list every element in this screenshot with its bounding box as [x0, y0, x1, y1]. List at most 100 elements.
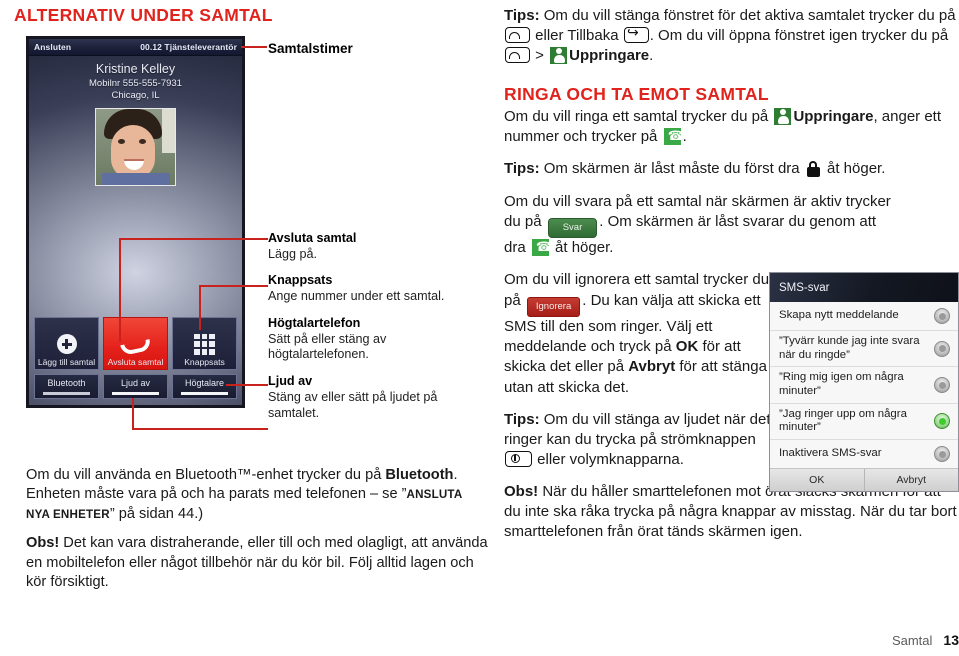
hangup-phone-icon — [121, 338, 151, 355]
sms-option-label: ”Tyvärr kunde jag inte svara när du ring… — [779, 335, 920, 361]
p2-upppringare: Uppringare — [793, 108, 874, 126]
section-heading-alternativ: ALTERNATIV UNDER SAMTAL — [14, 5, 273, 25]
callee-city: Chicago, IL — [111, 90, 160, 101]
callout-keypad: Knappsats Ange nummer under ett samtal. — [268, 273, 484, 304]
sms-option-label: Skapa nytt meddelande — [779, 309, 899, 322]
leader-line-timer — [241, 46, 267, 48]
callout-end-call-body: Lägg på. — [268, 246, 318, 261]
tips1-c: . Om du vill öppna fönstret igen trycker… — [649, 27, 949, 45]
p4-avbryt: Avbryt — [628, 358, 676, 376]
obs-bold: Obs! — [504, 482, 539, 500]
leader-line-keypad-v — [199, 285, 201, 330]
radio-button-icon[interactable] — [934, 446, 950, 463]
paragraph-tips-silence: Tips: Om du vill stänga av ljudet när de… — [504, 410, 772, 470]
list-item[interactable]: Inaktivera SMS-svar — [770, 440, 958, 468]
tips1-d: > — [531, 47, 549, 65]
keypad-label: Knappsats — [184, 356, 225, 367]
ignorera-button[interactable]: Ignorera — [526, 296, 581, 318]
callout-labels: Avsluta samtal Lägg på. Knappsats Ange n… — [268, 231, 484, 432]
tips1-upppringare: Uppringare — [569, 47, 650, 65]
avatar-background — [162, 109, 175, 153]
sms-option-label: ”Ring mig igen om några minuter” — [779, 371, 904, 398]
leader-line-keypad-h — [199, 285, 268, 287]
call-controls-row-primary: Lägg till samtal Avsluta samtal Knappsat… — [34, 317, 237, 370]
call-controls-row-secondary: Bluetooth Ljud av Högtalare — [34, 374, 237, 399]
leader-line-end-call-v — [119, 238, 121, 342]
callee-info: Kristine Kelley Mobilnr 555-555-7931 Chi… — [29, 56, 242, 101]
call-green-icon: ☎ — [663, 128, 684, 146]
callout-speakerphone-body: Sätt på eller stäng av högtalartelefonen… — [268, 331, 387, 362]
avatar-shirt — [102, 173, 170, 185]
mute-state-bar — [111, 392, 160, 395]
callout-speakerphone-title: Högtalartelefon — [268, 315, 361, 330]
paragraph-tips-close-window: Tips: Om du vill stänga fönstret för det… — [504, 6, 959, 66]
callout-mute-body: Stäng av eller sätt på ljudet på samtale… — [268, 389, 438, 420]
page-footer: Samtal 13 — [892, 632, 959, 648]
callout-keypad-title: Knappsats — [268, 273, 333, 288]
speaker-toggle[interactable]: Högtalare — [172, 374, 237, 399]
sms-ok-button[interactable]: OK — [770, 469, 865, 492]
p4-ok: OK — [675, 338, 699, 356]
callout-samtalstimer: Samtalstimer — [268, 41, 353, 56]
bluetooth-toggle[interactable]: Bluetooth — [34, 374, 99, 399]
tips1-bold: Tips: — [504, 7, 540, 24]
left-column: ALTERNATIV UNDER SAMTAL Ansluten 00.12 T… — [14, 0, 488, 656]
list-item[interactable]: Skapa nytt meddelande — [770, 302, 958, 331]
keypad-grid-icon — [194, 333, 215, 355]
avatar-eye-right — [139, 139, 146, 144]
paragraph-obs-left: Obs! Det kan vara distraherande, eller t… — [26, 534, 488, 592]
svar-button[interactable]: Svar — [547, 217, 598, 239]
tips1-b: eller Tillbaka — [531, 27, 623, 45]
radio-button-icon[interactable] — [934, 308, 950, 324]
keypad-button[interactable]: Knappsats — [172, 317, 237, 370]
tips1-end: . — [649, 47, 654, 65]
dialer-app-icon — [550, 47, 568, 65]
leader-line-mute-h — [132, 428, 268, 430]
tips1-a: Om du vill stänga fönstret för det aktiv… — [539, 7, 956, 24]
radio-button-icon[interactable] — [934, 340, 950, 357]
sms-dialog-title: SMS-svar — [770, 273, 958, 302]
callout-end-call-title: Avsluta samtal — [268, 231, 357, 245]
callout-end-call: Avsluta samtal Lägg på. — [268, 231, 484, 262]
avatar-face — [111, 125, 155, 179]
list-item[interactable]: ”Tyvärr kunde jag inte svara när du ring… — [770, 331, 958, 368]
answer-green-icon: ☎ — [531, 239, 552, 257]
tips3-b: eller volymknapparna. — [533, 450, 684, 468]
home-key-icon-2 — [505, 47, 530, 64]
radio-button-icon[interactable] — [934, 377, 950, 394]
add-call-button[interactable]: Lägg till samtal — [34, 317, 99, 370]
po-bold: Obs! — [26, 535, 60, 552]
sms-option-label: ”Jag ringer upp om några minuter” — [779, 407, 907, 434]
add-call-label: Lägg till samtal — [37, 356, 96, 367]
callout-speakerphone: Högtalartelefon Sätt på eller stäng av h… — [268, 316, 484, 363]
sms-cancel-button[interactable]: Avbryt — [865, 469, 959, 491]
status-timer-carrier-label: 00.12 Tjänsteleverantör — [140, 42, 237, 52]
pb-3: ” på sidan 44.) — [109, 505, 204, 522]
tips3-a: Om du vill stänga av ljudet när det ring… — [504, 410, 771, 448]
avatar — [95, 108, 176, 186]
left-paragraphs: Om du vill använda en Bluetooth™-enhet t… — [26, 466, 488, 602]
leader-line-mute-v — [132, 398, 134, 428]
paragraph-bluetooth: Om du vill använda en Bluetooth™-enhet t… — [26, 466, 488, 524]
pb-bold: Bluetooth — [385, 467, 454, 483]
p3-c: åt höger. — [550, 239, 614, 257]
mute-toggle[interactable]: Ljud av — [103, 374, 168, 399]
section-heading-ringa: RINGA OCH TA EMOT SAMTAL — [504, 84, 769, 105]
right-column: Tips: Om du vill stänga fönstret för det… — [504, 0, 959, 656]
paragraph-make-call: Om du vill ringa ett samtal trycker du p… — [504, 107, 959, 147]
back-key-icon — [623, 27, 649, 44]
bluetooth-label: Bluetooth — [47, 378, 86, 388]
sms-option-label: Inaktivera SMS-svar — [779, 447, 882, 460]
manual-page: ALTERNATIV UNDER SAMTAL Ansluten 00.12 T… — [0, 0, 959, 656]
sms-reply-dialog-screenshot: SMS-svar Skapa nytt meddelande ”Tyvärr k… — [769, 272, 959, 493]
footer-page-number: 13 — [943, 632, 959, 648]
phone-screenshot-incall: Ansluten 00.12 Tjänsteleverantör Kristin… — [26, 36, 245, 408]
list-item[interactable]: ”Ring mig igen om några minuter” — [770, 367, 958, 404]
sms-dialog-options: Skapa nytt meddelande ”Tyvärr kunde jag … — [770, 302, 958, 469]
radio-button-icon-selected[interactable] — [934, 413, 950, 430]
tips2-bold: Tips: — [504, 160, 540, 178]
paragraph-answer-call: Om du vill svara på ett samtal när skärm… — [504, 192, 894, 259]
call-controls: Lägg till samtal Avsluta samtal Knappsat… — [34, 317, 237, 399]
list-item[interactable]: ”Jag ringer upp om några minuter” — [770, 404, 958, 441]
end-call-button[interactable]: Avsluta samtal — [103, 317, 168, 370]
